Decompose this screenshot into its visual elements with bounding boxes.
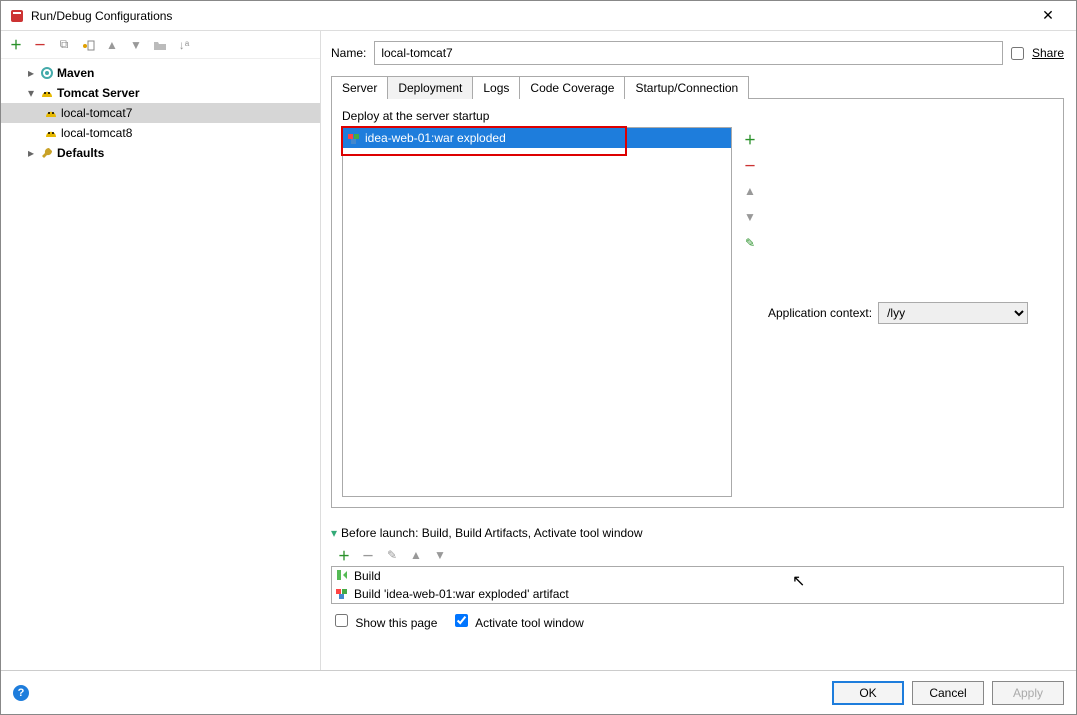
before-launch-list[interactable]: Build Build 'idea-web-01:war exploded' a…: [331, 566, 1064, 604]
up-icon[interactable]: ▲: [103, 36, 121, 54]
add-artifact-icon[interactable]: ＋: [740, 129, 760, 149]
tree-label: Maven: [57, 66, 94, 80]
context-select[interactable]: /lyy: [878, 302, 1028, 324]
apply-button[interactable]: Apply: [992, 681, 1064, 705]
move-down-icon[interactable]: ▼: [740, 207, 760, 227]
share-label: Share: [1032, 46, 1064, 60]
tomcat-icon: [43, 105, 59, 121]
artifact-icon: [336, 587, 350, 601]
list-item[interactable]: Build 'idea-web-01:war exploded' artifac…: [332, 585, 1063, 603]
tab-logs[interactable]: Logs: [472, 76, 520, 99]
artifact-list[interactable]: idea-web-01:war exploded: [342, 127, 732, 497]
list-item-label: Build 'idea-web-01:war exploded' artifac…: [354, 587, 569, 601]
build-icon: [336, 569, 350, 583]
tomcat-icon: [39, 85, 55, 101]
tree-node-defaults[interactable]: ▸ Defaults: [1, 143, 320, 163]
artifact-label: idea-web-01:war exploded: [365, 131, 506, 145]
before-launch-section: ▾ Before launch: Build, Build Artifacts,…: [331, 526, 1064, 630]
sort-icon[interactable]: ↓ᵃ: [175, 36, 193, 54]
ok-button[interactable]: OK: [832, 681, 904, 705]
tree-node-maven[interactable]: ▸ Maven: [1, 63, 320, 83]
wrench-icon: [39, 145, 55, 161]
list-item-label: Build: [354, 569, 381, 583]
activate-tool-window-checkbox[interactable]: Activate tool window: [455, 614, 583, 630]
context-label: Application context:: [768, 306, 872, 320]
help-icon[interactable]: ?: [13, 685, 29, 701]
checkbox-label: Show this page: [355, 616, 437, 630]
copy-icon[interactable]: ⧉: [55, 36, 73, 54]
chevron-right-icon: ▸: [25, 66, 37, 80]
bl-edit-icon[interactable]: ✎: [383, 546, 401, 564]
right-panel: Name: Share Server Deployment Logs Code …: [321, 31, 1076, 670]
tree-node-local-tomcat8[interactable]: local-tomcat8: [1, 123, 320, 143]
show-this-page-checkbox[interactable]: Show this page: [335, 614, 437, 630]
down-icon[interactable]: ▼: [127, 36, 145, 54]
window-title: Run/Debug Configurations: [31, 9, 1028, 23]
remove-artifact-icon[interactable]: －: [740, 155, 760, 175]
left-panel: ＋ － ⧉ ▲ ▼ ↓ᵃ ▸ Maven: [1, 31, 321, 670]
tree-label: local-tomcat8: [61, 126, 132, 140]
tab-bar: Server Deployment Logs Code Coverage Sta…: [331, 75, 1064, 99]
artifact-toolbar: ＋ － ▲ ▼ ✎: [740, 127, 760, 497]
list-item[interactable]: Build: [332, 567, 1063, 585]
collapse-icon[interactable]: ▾: [331, 526, 337, 540]
folder-icon[interactable]: [151, 36, 169, 54]
bl-remove-icon[interactable]: －: [359, 546, 377, 564]
maven-icon: [39, 65, 55, 81]
tab-server[interactable]: Server: [331, 76, 388, 99]
name-input[interactable]: [374, 41, 1003, 65]
move-up-icon[interactable]: ▲: [740, 181, 760, 201]
tab-code-coverage[interactable]: Code Coverage: [519, 76, 625, 99]
add-icon[interactable]: ＋: [7, 36, 25, 54]
config-tree: ▸ Maven ▾ Tomcat Server: [1, 59, 320, 670]
share-checkbox[interactable]: Share: [1011, 46, 1064, 60]
name-label: Name:: [331, 46, 366, 60]
titlebar: Run/Debug Configurations ✕: [1, 1, 1076, 31]
dialog-footer: ? OK Cancel Apply: [1, 670, 1076, 714]
chevron-right-icon: ▸: [25, 146, 37, 160]
tree-node-local-tomcat7[interactable]: local-tomcat7: [1, 103, 320, 123]
chevron-down-icon: ▾: [25, 86, 37, 100]
save-template-icon[interactable]: [79, 36, 97, 54]
remove-icon[interactable]: －: [31, 36, 49, 54]
bl-add-icon[interactable]: ＋: [335, 546, 353, 564]
tree-label: Tomcat Server: [57, 86, 139, 100]
config-toolbar: ＋ － ⧉ ▲ ▼ ↓ᵃ: [1, 31, 320, 59]
tree-label: Defaults: [57, 146, 104, 160]
deployment-panel: Deploy at the server startup idea-web-01…: [331, 99, 1064, 508]
checkbox-label: Activate tool window: [475, 616, 584, 630]
tree-label: local-tomcat7: [61, 106, 132, 120]
tab-startup-connection[interactable]: Startup/Connection: [624, 76, 749, 99]
deploy-label: Deploy at the server startup: [342, 109, 1053, 123]
bl-down-icon[interactable]: ▼: [431, 546, 449, 564]
before-launch-label: Before launch: Build, Build Artifacts, A…: [341, 526, 643, 540]
close-icon[interactable]: ✕: [1028, 7, 1068, 24]
cancel-button[interactable]: Cancel: [912, 681, 984, 705]
tomcat-icon: [43, 125, 59, 141]
artifact-item[interactable]: idea-web-01:war exploded: [343, 128, 731, 148]
artifact-icon: [347, 131, 361, 145]
app-icon: [9, 8, 25, 24]
bl-up-icon[interactable]: ▲: [407, 546, 425, 564]
tab-deployment[interactable]: Deployment: [387, 76, 473, 99]
tree-node-tomcat[interactable]: ▾ Tomcat Server: [1, 83, 320, 103]
edit-artifact-icon[interactable]: ✎: [740, 233, 760, 253]
